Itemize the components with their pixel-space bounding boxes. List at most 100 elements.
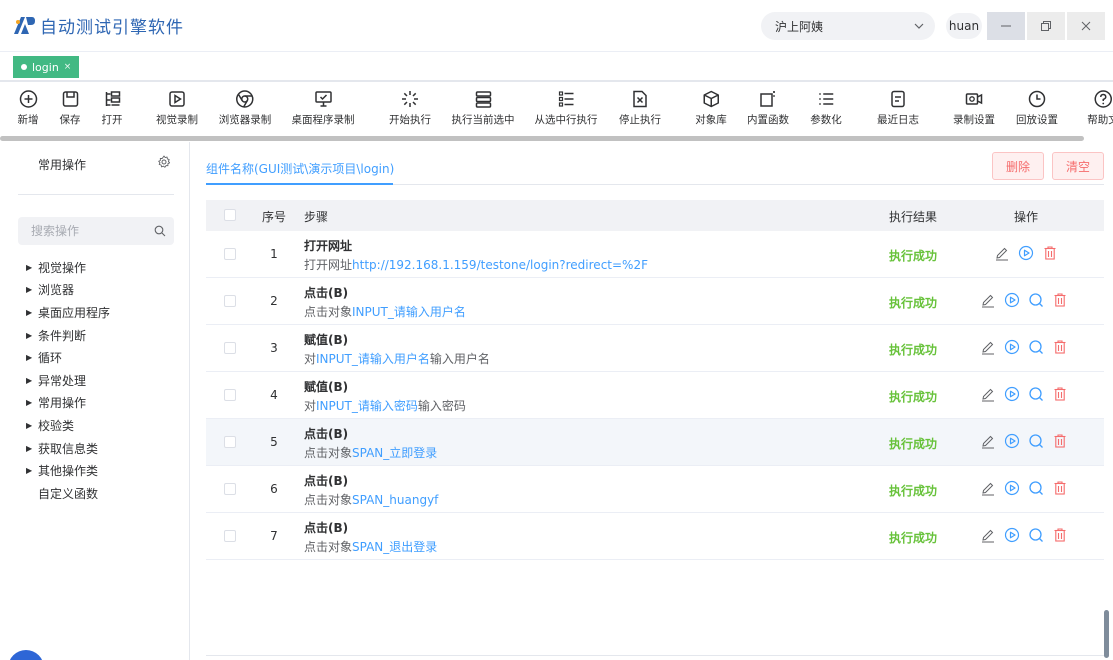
row-checkbox[interactable] xyxy=(224,483,236,495)
edit-icon[interactable] xyxy=(980,527,996,543)
row-checkbox[interactable] xyxy=(224,342,236,354)
toolbar-start-run-button[interactable]: 开始执行 xyxy=(389,89,431,127)
row-checkbox[interactable] xyxy=(224,248,236,260)
toolbar-save-button[interactable]: 保存 xyxy=(60,89,81,127)
table-row[interactable]: 2 点击(B) 点击对象INPUT_请输入用户名 执行成功 xyxy=(206,278,1104,325)
row-index: 7 xyxy=(270,529,278,543)
toolbar-visual-record-button[interactable]: 视觉录制 xyxy=(156,89,198,127)
row-checkbox[interactable] xyxy=(224,389,236,401)
table-row[interactable]: 4 赋值(B) 对INPUT_请输入密码输入密码 执行成功 xyxy=(206,372,1104,419)
row-checkbox[interactable] xyxy=(224,436,236,448)
toolbar-label: 内置函数 xyxy=(747,114,789,126)
delete-step-icon[interactable] xyxy=(1052,386,1068,402)
run-step-icon[interactable] xyxy=(1018,245,1034,261)
toolbar-stop-run-button[interactable]: 停止执行 xyxy=(619,89,661,127)
edit-icon[interactable] xyxy=(980,386,996,402)
tree-item-custom-function[interactable]: 自定义函数 xyxy=(26,482,110,505)
tree-item-visual[interactable]: ▶ 视觉操作 xyxy=(26,256,110,279)
toolbar-open-button[interactable]: 打开 xyxy=(102,89,123,127)
step-desc-object[interactable]: INPUT_请输入用户名 xyxy=(352,305,466,319)
step-result: 执行成功 xyxy=(889,437,938,451)
locate-object-icon[interactable] xyxy=(1028,480,1044,496)
close-window-button[interactable] xyxy=(1067,12,1105,40)
step-desc-object[interactable]: INPUT_请输入密码 xyxy=(316,399,418,413)
toolbar-builtin-functions-button[interactable]: 内置函数 xyxy=(747,89,789,127)
maximize-button[interactable] xyxy=(1027,12,1065,40)
tree-item-loop[interactable]: ▶ 循环 xyxy=(26,346,110,369)
locate-object-icon[interactable] xyxy=(1028,292,1044,308)
run-step-icon[interactable] xyxy=(1004,339,1020,355)
search-icon[interactable] xyxy=(154,225,166,237)
toolbar-record-settings-button[interactable]: 录制设置 xyxy=(953,89,995,127)
toolbar-new-button[interactable]: 新增 xyxy=(18,89,39,127)
step-result: 执行成功 xyxy=(889,343,938,357)
table-row[interactable]: 7 点击(B) 点击对象SPAN_退出登录 执行成功 xyxy=(206,513,1104,560)
row-checkbox[interactable] xyxy=(224,530,236,542)
tree-item-browser[interactable]: ▶ 浏览器 xyxy=(26,279,110,302)
step-desc-object[interactable]: SPAN_立即登录 xyxy=(352,446,437,460)
select-all-checkbox[interactable] xyxy=(224,209,236,221)
run-step-icon[interactable] xyxy=(1004,433,1020,449)
toolbar-scrollbar[interactable] xyxy=(0,136,1084,141)
table-row[interactable]: 3 赋值(B) 对INPUT_请输入用户名输入用户名 执行成功 xyxy=(206,325,1104,372)
row-checkbox[interactable] xyxy=(224,295,236,307)
step-desc-object[interactable]: http://192.168.1.159/testone/login?redir… xyxy=(352,258,648,272)
delete-step-icon[interactable] xyxy=(1052,433,1068,449)
run-step-icon[interactable] xyxy=(1004,386,1020,402)
locate-object-icon[interactable] xyxy=(1028,433,1044,449)
caret-right-icon: ▶ xyxy=(26,285,33,295)
run-step-icon[interactable] xyxy=(1004,292,1020,308)
tree-item-desktop-app[interactable]: ▶ 桌面应用程序 xyxy=(26,301,110,324)
toolbar-browser-record-button[interactable]: 浏览器录制 xyxy=(219,89,271,127)
locate-object-icon[interactable] xyxy=(1028,386,1044,402)
step-desc-object[interactable]: SPAN_退出登录 xyxy=(352,540,437,554)
clear-button[interactable]: 清空 xyxy=(1052,152,1104,180)
delete-button[interactable]: 删除 xyxy=(992,152,1044,180)
tree-item-validation[interactable]: ▶ 校验类 xyxy=(26,414,110,437)
edit-icon[interactable] xyxy=(994,245,1010,261)
toolbar-object-library-button[interactable]: 对象库 xyxy=(695,89,727,127)
run-step-icon[interactable] xyxy=(1004,527,1020,543)
operation-search-input[interactable] xyxy=(18,217,148,245)
step-desc-object[interactable]: SPAN_huangyf xyxy=(352,493,438,507)
tree-item-other[interactable]: ▶ 其他操作类 xyxy=(26,459,110,482)
run-step-icon[interactable] xyxy=(1004,480,1020,496)
delete-step-icon[interactable] xyxy=(1042,245,1058,261)
tab-login[interactable]: login × xyxy=(13,56,80,78)
edit-icon[interactable] xyxy=(980,292,996,308)
delete-step-icon[interactable] xyxy=(1052,527,1068,543)
edit-icon[interactable] xyxy=(980,339,996,355)
delete-step-icon[interactable] xyxy=(1052,292,1068,308)
toolbar-help-button[interactable]: 帮助文 xyxy=(1087,89,1113,127)
tree-item-condition[interactable]: ▶ 条件判断 xyxy=(26,324,110,347)
toolbar-run-from-selected-button[interactable]: 从选中行执行 xyxy=(535,89,598,127)
component-tab[interactable]: 组件名称(GUI测试\演示项目\login) xyxy=(206,160,394,177)
minimize-button[interactable] xyxy=(987,12,1025,40)
edit-icon[interactable] xyxy=(980,480,996,496)
toolbar-desktop-record-button[interactable]: 桌面程序录制 xyxy=(292,89,355,127)
tree-item-get-info[interactable]: ▶ 获取信息类 xyxy=(26,437,110,460)
toolbar-playback-settings-button[interactable]: 回放设置 xyxy=(1016,89,1058,127)
toolbar-parameterize-button[interactable]: 参数化 xyxy=(810,89,842,127)
delete-step-icon[interactable] xyxy=(1052,480,1068,496)
delete-step-icon[interactable] xyxy=(1052,339,1068,355)
table-row[interactable]: 6 点击(B) 点击对象SPAN_huangyf 执行成功 xyxy=(206,466,1104,513)
toolbar-recent-logs-button[interactable]: 最近日志 xyxy=(877,89,919,127)
tab-close-icon[interactable]: × xyxy=(64,62,72,72)
tree-item-common[interactable]: ▶ 常用操作 xyxy=(26,392,110,415)
table-row[interactable]: 1 打开网址 打开网址http://192.168.1.159/testone/lo… xyxy=(206,231,1104,278)
vertical-scrollbar[interactable] xyxy=(1104,610,1109,658)
gear-icon[interactable] xyxy=(157,155,171,169)
project-select[interactable]: 沪上阿姨 xyxy=(761,12,935,40)
caret-right-icon: ▶ xyxy=(26,262,33,272)
step-desc-object[interactable]: INPUT_请输入用户名 xyxy=(316,352,430,366)
close-icon xyxy=(1081,21,1091,31)
tree-item-exception[interactable]: ▶ 异常处理 xyxy=(26,369,110,392)
caret-right-icon: ▶ xyxy=(26,307,33,317)
user-name[interactable]: huan xyxy=(946,13,982,39)
toolbar-run-selected-button[interactable]: 执行当前选中 xyxy=(452,89,515,127)
edit-icon[interactable] xyxy=(980,433,996,449)
table-row[interactable]: 5 点击(B) 点击对象SPAN_立即登录 执行成功 xyxy=(206,419,1104,466)
locate-object-icon[interactable] xyxy=(1028,527,1044,543)
locate-object-icon[interactable] xyxy=(1028,339,1044,355)
